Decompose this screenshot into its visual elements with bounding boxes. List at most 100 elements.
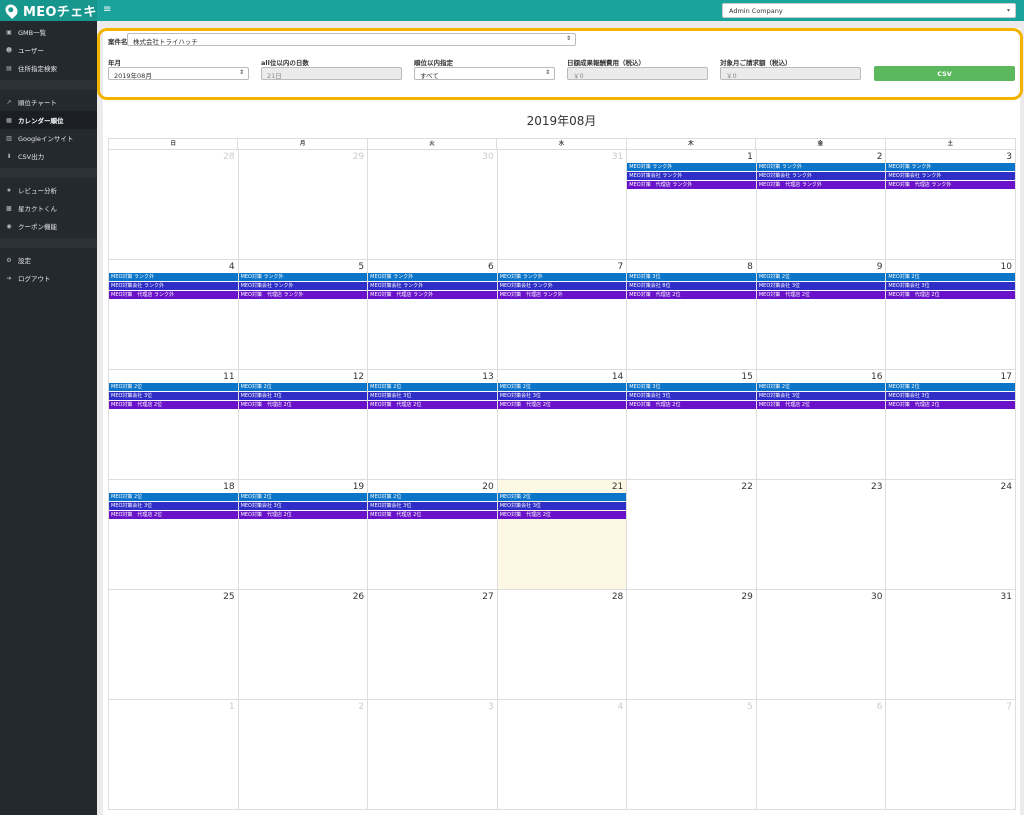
rank-event[interactable]: MEO対策会社 3位 [109, 502, 238, 510]
rank-event[interactable]: MEO対策 2位 [368, 493, 497, 501]
rank-event[interactable]: MEO対策会社 ランク外 [238, 282, 368, 290]
rank-event[interactable]: MEO対策 ランク外 [109, 273, 238, 281]
rank-event[interactable]: MEO対策 代理店 2位 [497, 511, 627, 519]
rank-event[interactable]: MEO対策 2位 [368, 383, 497, 391]
day-number[interactable]: 18 [223, 482, 234, 492]
rank-event[interactable]: MEO対策 2位 [886, 273, 1015, 281]
calendar-day[interactable]: 8 MEO対策 3位 MEO対策会社 8位 MEO対策 代理店 2位 [627, 260, 757, 370]
rank-event[interactable]: MEO対策 ランク外 [368, 273, 497, 281]
calendar-day[interactable]: 27 [368, 590, 498, 700]
day-number[interactable]: 28 [223, 152, 234, 162]
rank-event[interactable]: MEO対策 2位 [497, 383, 627, 391]
day-number[interactable]: 5 [358, 262, 364, 272]
rank-event[interactable]: MEO対策 代理店 2位 [109, 401, 238, 409]
rank-event[interactable]: MEO対策 ランク外 [756, 163, 886, 171]
calendar-day[interactable]: 19 MEO対策 2位 MEO対策会社 3位 MEO対策 代理店 2位 [238, 480, 369, 590]
rank-event[interactable]: MEO対策会社 ランク外 [368, 282, 497, 290]
sidebar-item-csv-export[interactable]: ⬇ CSV出力 [0, 147, 97, 165]
calendar-day[interactable]: 3 MEO対策 ランク外 MEO対策会社 ランク外 MEO対策 代理店 ランク外 [886, 150, 1016, 260]
day-number[interactable]: 29 [741, 592, 752, 602]
calendar-day[interactable]: 25 [109, 590, 239, 700]
sidebar-item-review-analysis[interactable]: ★ レビュー分析 [0, 181, 97, 199]
calendar-day[interactable]: 21 MEO対策 2位 MEO対策会社 3位 MEO対策 代理店 2位 [497, 480, 628, 590]
rank-event[interactable]: MEO対策会社 3位 [368, 502, 497, 510]
rank-event[interactable]: MEO対策 代理店 2位 [109, 511, 238, 519]
sidebar-item-settings[interactable]: ⚙ 設定 [0, 251, 97, 269]
calendar-day[interactable]: 6 [756, 700, 887, 810]
rank-event[interactable]: MEO対策会社 8位 [627, 282, 756, 290]
rank-event[interactable]: MEO対策 2位 [238, 383, 368, 391]
sidebar-item-google-insight[interactable]: ▥ Googleインサイト [0, 129, 97, 147]
day-number[interactable]: 30 [871, 592, 882, 602]
day-number[interactable]: 19 [353, 482, 364, 492]
calendar-day[interactable]: 11 MEO対策 2位 MEO対策会社 3位 MEO対策 代理店 2位 [109, 370, 239, 480]
calendar-day[interactable]: 14 MEO対策 2位 MEO対策会社 3位 MEO対策 代理店 2位 [497, 370, 628, 480]
day-number[interactable]: 7 [618, 262, 624, 272]
rank-event[interactable]: MEO対策会社 3位 [368, 392, 497, 400]
calendar-day[interactable]: 15 MEO対策 3位 MEO対策会社 3位 MEO対策 代理店 2位 [627, 370, 757, 480]
rank-event[interactable]: MEO対策 2位 [109, 383, 238, 391]
day-number[interactable]: 17 [1001, 372, 1012, 382]
year-month-select[interactable]: 2019年08月 ⇕ [108, 67, 249, 80]
day-number[interactable]: 14 [612, 372, 623, 382]
day-number[interactable]: 2 [877, 152, 883, 162]
rank-event[interactable]: MEO対策会社 3位 [886, 392, 1015, 400]
day-number[interactable]: 22 [741, 482, 752, 492]
rank-event[interactable]: MEO対策会社 3位 [497, 502, 627, 510]
rank-event[interactable]: MEO対策会社 3位 [238, 502, 368, 510]
day-number[interactable]: 26 [353, 592, 364, 602]
day-number[interactable]: 13 [482, 372, 493, 382]
day-number[interactable]: 25 [223, 592, 234, 602]
calendar-day[interactable]: 29 [627, 590, 757, 700]
hamburger-menu-icon[interactable]: ≡ [103, 4, 111, 15]
rank-within-select[interactable]: すべて ⇕ [414, 67, 555, 80]
calendar-day[interactable]: 29 [238, 150, 369, 260]
rank-event[interactable]: MEO対策 ランク外 [886, 163, 1015, 171]
rank-event[interactable]: MEO対策 代理店 ランク外 [497, 291, 627, 299]
day-number[interactable]: 29 [353, 152, 364, 162]
calendar-day[interactable]: 26 [238, 590, 369, 700]
rank-event[interactable]: MEO対策 3位 [627, 273, 756, 281]
rank-event[interactable]: MEO対策会社 3位 [497, 392, 627, 400]
rank-event[interactable]: MEO対策会社 3位 [886, 282, 1015, 290]
calendar-day[interactable]: 1 MEO対策 ランク外 MEO対策会社 ランク外 MEO対策 代理店 ランク外 [627, 150, 757, 260]
day-number[interactable]: 1 [747, 152, 753, 162]
day-number[interactable]: 5 [747, 702, 753, 712]
sidebar-item-users[interactable]: ☻ ユーザー [0, 41, 97, 59]
calendar-day[interactable]: 5 MEO対策 ランク外 MEO対策会社 ランク外 MEO対策 代理店 ランク外 [238, 260, 369, 370]
day-number[interactable]: 6 [877, 702, 883, 712]
day-number[interactable]: 11 [223, 372, 234, 382]
sidebar-item-address-search[interactable]: ▤ 住所指定検索 [0, 59, 97, 77]
calendar-day[interactable]: 31 [886, 590, 1016, 700]
csv-button[interactable]: CSV [874, 66, 1015, 81]
rank-event[interactable]: MEO対策 代理店 2位 [756, 291, 886, 299]
calendar-day[interactable]: 10 MEO対策 2位 MEO対策会社 3位 MEO対策 代理店 2位 [886, 260, 1016, 370]
rank-event[interactable]: MEO対策 代理店 2位 [627, 401, 756, 409]
day-number[interactable]: 21 [612, 482, 623, 492]
sidebar-item-star-kakuto[interactable]: ▩ 星カクトくん [0, 199, 97, 217]
day-number[interactable]: 24 [1001, 482, 1012, 492]
rank-event[interactable]: MEO対策 代理店 2位 [368, 511, 497, 519]
rank-event[interactable]: MEO対策会社 3位 [627, 392, 756, 400]
rank-event[interactable]: MEO対策 ランク外 [497, 273, 627, 281]
calendar-day[interactable]: 2 MEO対策 ランク外 MEO対策会社 ランク外 MEO対策 代理店 ランク外 [756, 150, 887, 260]
rank-event[interactable]: MEO対策 代理店 ランク外 [627, 181, 756, 189]
calendar-day[interactable]: 4 [497, 700, 628, 810]
day-number[interactable]: 4 [229, 262, 235, 272]
rank-event[interactable]: MEO対策 2位 [756, 383, 886, 391]
rank-event[interactable]: MEO対策 代理店 2位 [368, 401, 497, 409]
calendar-day[interactable]: 28 [497, 590, 628, 700]
rank-event[interactable]: MEO対策会社 3位 [109, 392, 238, 400]
calendar-day[interactable]: 4 MEO対策 ランク外 MEO対策会社 ランク外 MEO対策 代理店 ランク外 [109, 260, 239, 370]
calendar-day[interactable]: 1 [109, 700, 239, 810]
rank-event[interactable]: MEO対策会社 ランク外 [756, 172, 886, 180]
rank-event[interactable]: MEO対策 代理店 2位 [886, 401, 1015, 409]
rank-event[interactable]: MEO対策 代理店 2位 [238, 401, 368, 409]
day-number[interactable]: 10 [1001, 262, 1012, 272]
rank-event[interactable]: MEO対策 代理店 ランク外 [368, 291, 497, 299]
rank-event[interactable]: MEO対策 代理店 2位 [238, 511, 368, 519]
day-number[interactable]: 31 [1001, 592, 1012, 602]
sidebar-item-coupon[interactable]: ◉ クーポン機能 [0, 217, 97, 235]
company-select[interactable]: Admin Company ▾ [722, 3, 1016, 18]
rank-event[interactable]: MEO対策 3位 [627, 383, 756, 391]
